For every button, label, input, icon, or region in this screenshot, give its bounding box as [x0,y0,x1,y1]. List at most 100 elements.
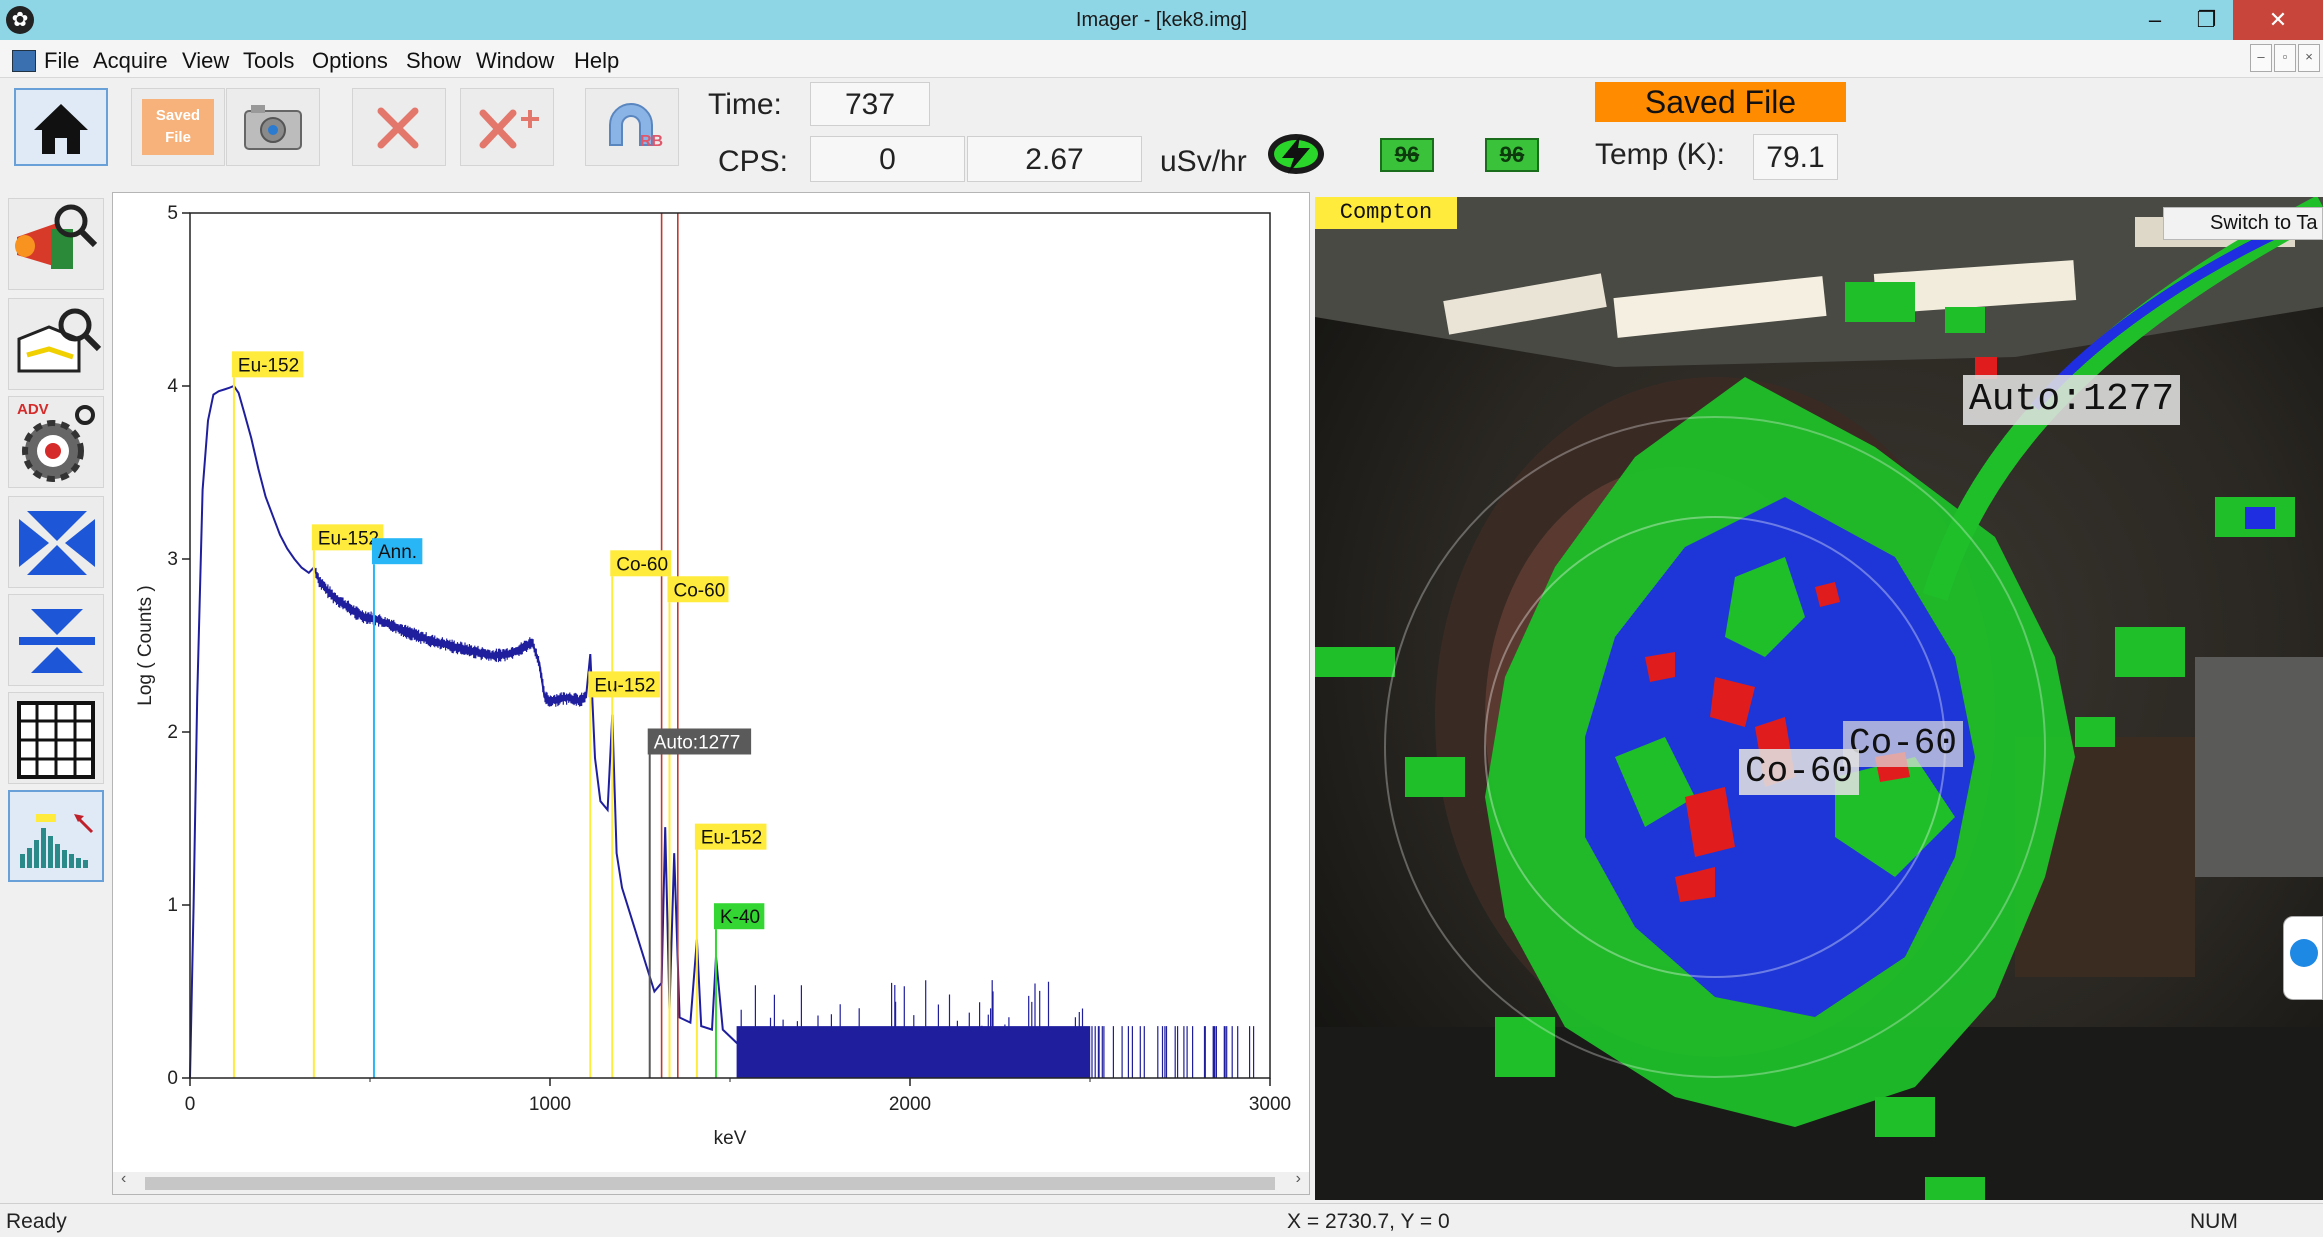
status-text: Ready [6,1210,67,1233]
maximize-button[interactable]: ❐ [2180,0,2233,40]
svg-text:Auto:1277: Auto:1277 [654,732,741,753]
menu-view[interactable]: View [182,48,229,74]
radiation-search-icon [15,204,98,269]
x-tick-label: 3000 [1249,1094,1291,1115]
svg-text:Eu-152: Eu-152 [318,528,379,549]
menu-show[interactable]: Show [406,48,461,74]
spectrum-button[interactable] [8,790,104,882]
home-button[interactable] [14,88,108,166]
num-lock-indicator: NUM [2190,1210,2238,1233]
peak-marker-label[interactable]: K-40 [713,903,765,930]
delete-x-icon [377,107,419,149]
y-tick-label: 0 [167,1068,178,1089]
switch-view-button[interactable]: Switch to Ta [2163,207,2323,240]
x-tick-label: 2000 [889,1094,931,1115]
svg-text:Eu-152: Eu-152 [238,355,299,376]
co60-label-1: Co-60 [1739,749,1860,795]
peak-marker-label[interactable]: Eu-152 [588,671,660,698]
power-status-icon [1268,134,1324,174]
spectrum-noise-bars [736,980,1255,1078]
fit-view-button[interactable] [8,496,104,588]
detector-status-2: 96 [1485,138,1539,172]
peak-marker-label[interactable]: Eu-152 [694,823,767,850]
peak-marker-label[interactable]: Co-60 [610,550,672,577]
saved-file-icon: Saved File [142,99,214,155]
dose-unit: uSv/hr [1160,145,1247,178]
rb-label: RB [640,133,664,150]
y-tick-label: 2 [167,722,178,743]
gamma-search-button[interactable] [8,198,104,290]
spectrum-chart[interactable]: Eu-152Eu-152Ann.Eu-152Co-60Co-60Auto:127… [113,193,1309,1170]
mdi-restore-button[interactable]: ▫ [2274,44,2296,72]
y-tick-label: 5 [167,203,178,224]
grid-button[interactable] [8,692,104,784]
delete-plus-icon [479,109,539,149]
y-tick-label: 4 [167,376,178,397]
peak-marker-label[interactable]: Co-60 [667,576,729,603]
scroll-right-arrow-icon[interactable]: › [1296,1170,1301,1188]
menu-help[interactable]: Help [574,48,619,74]
co60-label-2: Co-60 [1843,721,1964,767]
y-tick-label: 3 [167,549,178,570]
delete-button[interactable] [352,88,446,166]
compton-image-panel[interactable]: Auto:1277 Co-60 Co-60 [1315,197,2323,1200]
close-button[interactable]: ✕ [2233,0,2323,40]
detector-status-1: 96 [1380,138,1434,172]
svg-text:Ann.: Ann. [378,542,417,563]
mdi-close-button[interactable]: × [2298,44,2320,72]
inspect-box-button[interactable] [8,298,104,390]
menu-file[interactable]: File [44,48,79,74]
peak-marker-label[interactable]: Eu-152 [231,351,304,378]
camera-button[interactable] [226,88,320,166]
box-search-icon [17,308,102,373]
dose-rate-value: 2.67 [967,136,1142,182]
scrollbar-thumb[interactable] [145,1177,1275,1190]
mdi-minimize-button[interactable]: – [2250,44,2272,72]
menu-tools[interactable]: Tools [243,48,294,74]
plot-area [189,212,1271,1079]
document-icon[interactable] [12,50,36,72]
status-bar [0,1203,2323,1237]
x-tick-label: 1000 [529,1094,571,1115]
saved-file-banner: Saved File [1595,82,1846,122]
camera-icon [244,105,302,150]
spectrum-icon [20,814,94,868]
time-value: 737 [810,82,930,126]
expand-view-button[interactable] [8,594,104,686]
menu-bar: File Acquire View Tools Options Show Win… [0,40,2323,78]
peak-marker-label[interactable]: Ann. [371,538,423,565]
home-icon [34,104,88,154]
spectrum-continuum-noise [315,567,586,707]
y-axis-label: Log ( Counts ) [135,585,156,705]
magnet-icon [609,103,653,146]
delete-add-button[interactable] [460,88,554,166]
temp-label: Temp (K): [1595,138,1726,171]
x-tick-label: 0 [185,1094,196,1115]
x-axis-label: keV [714,1128,747,1149]
window-title: Imager - [kek8.img] [1075,9,1248,31]
cursor-coordinates: X = 2730.7, Y = 0 [1287,1210,1450,1233]
mdi-controls: – ▫ × [2250,44,2320,72]
adv-label: ADV [17,401,49,418]
saved-file-button[interactable]: Saved File [131,88,225,166]
teamviewer-icon [2290,939,2318,967]
temp-value: 79.1 [1753,134,1838,180]
scroll-left-arrow-icon[interactable]: ‹ [121,1170,126,1188]
expand-arrows-icon [19,609,95,673]
minimize-button[interactable]: – [2130,0,2180,40]
advanced-settings-button[interactable]: ADV [8,396,104,488]
svg-text:Co-60: Co-60 [674,580,726,601]
side-tab[interactable] [2283,916,2323,1000]
svg-text:Co-60: Co-60 [616,554,668,575]
compton-overlay-image [1315,197,2323,1200]
svg-text:Eu-152: Eu-152 [594,675,655,696]
rb-magnet-button[interactable]: RB [585,88,679,166]
menu-acquire[interactable]: Acquire [93,48,168,74]
menu-window[interactable]: Window [476,48,554,74]
time-label: Time: [708,88,782,121]
svg-text:K-40: K-40 [720,907,760,928]
menu-options[interactable]: Options [312,48,388,74]
compton-mode-tag: Compton [1315,197,1457,229]
peak-marker-label[interactable]: Auto:1277 [647,728,752,755]
shrink-arrows-icon [19,511,95,575]
